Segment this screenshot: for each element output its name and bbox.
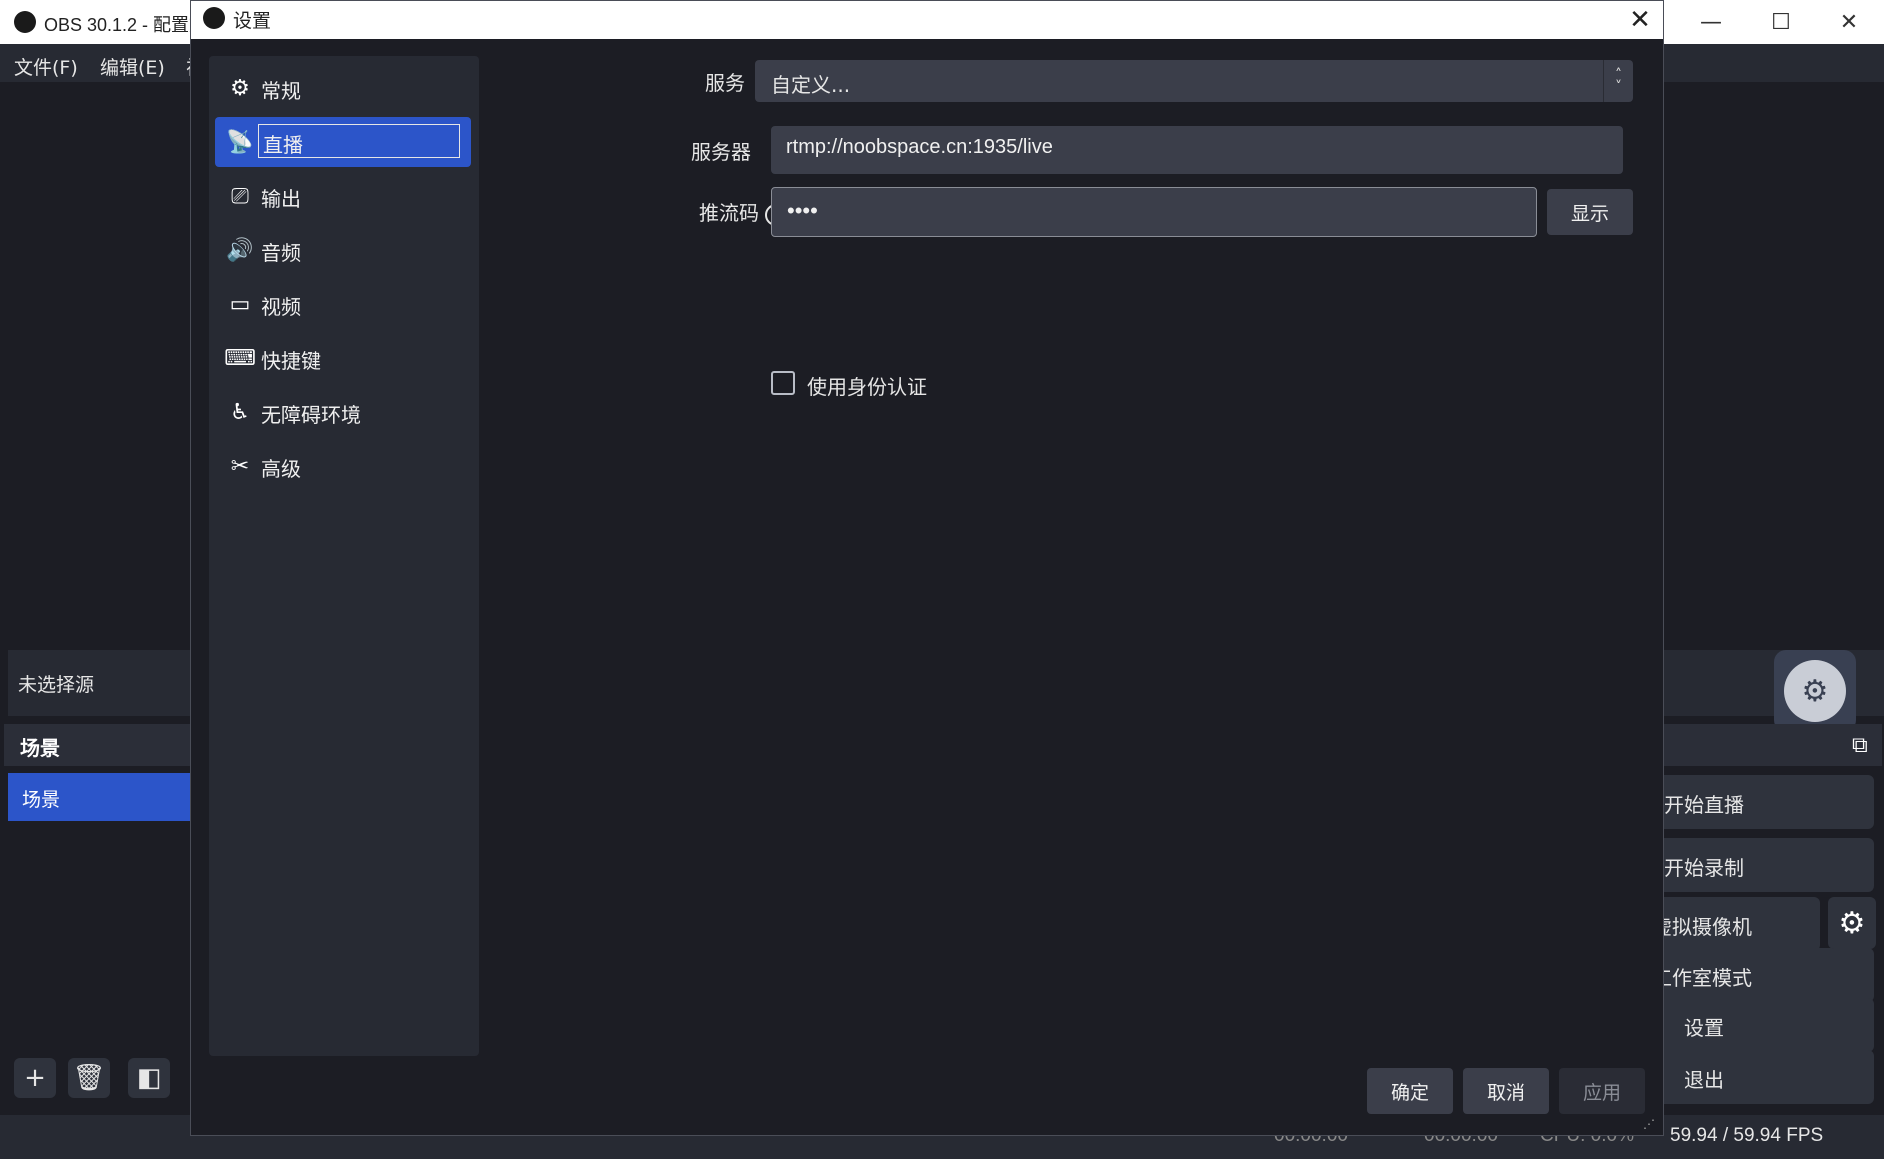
show-key-button[interactable]: 显示: [1547, 189, 1633, 235]
exit-button[interactable]: 退出: [1640, 1050, 1874, 1104]
filter-icon[interactable]: ◧: [128, 1058, 170, 1098]
stream-key-label: 推流码: [699, 201, 759, 225]
steam-icon: ⚙: [1784, 660, 1846, 722]
obs-logo-icon: [203, 7, 225, 29]
steam-overlay[interactable]: ⚙: [1774, 650, 1856, 732]
dialog-titlebar: 设置 ✕: [191, 1, 1663, 39]
menu-edit[interactable]: 编辑(E): [100, 53, 165, 80]
add-icon[interactable]: +: [14, 1058, 56, 1098]
maximize-button[interactable]: ☐: [1746, 0, 1816, 44]
fps-readout: 59.94 / 59.94 FPS: [1670, 1125, 1824, 1146]
stream-key-input[interactable]: ••••: [771, 187, 1537, 237]
accessibility-icon: ♿: [230, 399, 250, 425]
tools-icon: ✂: [230, 453, 250, 479]
nav-audio[interactable]: 🔊 音频: [215, 225, 471, 275]
keyboard-icon: ⌨: [224, 345, 256, 371]
start-stream-button[interactable]: 开始直播: [1640, 775, 1874, 829]
antenna-icon: 📡: [226, 129, 254, 155]
scene-item-label: 场景: [22, 789, 61, 811]
scene-toolbar: + 🗑 ◧: [0, 1050, 200, 1106]
close-icon[interactable]: ✕: [1617, 1, 1663, 39]
apply-button[interactable]: 应用: [1559, 1068, 1645, 1114]
settings-sidebar: ⚙ 常规 📡 直播 ⎚ 输出 🔊 音频 ▭ 视频 ⌨ 快捷键 ♿ 无障碍环境 ✂: [209, 56, 479, 1056]
stream-key-label-group: 推流码?: [667, 197, 787, 226]
obs-logo-icon: [14, 11, 36, 33]
menu-file[interactable]: 文件(F): [14, 53, 78, 80]
dialog-title: 设置: [233, 10, 272, 32]
gear-icon[interactable]: ⚙: [1828, 897, 1876, 949]
dock-undock-icon[interactable]: ⧉: [1852, 733, 1876, 758]
nav-hotkeys[interactable]: ⌨ 快捷键: [215, 333, 471, 383]
service-label: 服务: [705, 71, 745, 95]
scenes-header-label: 场景: [20, 736, 60, 760]
monitor-icon: ▭: [229, 291, 251, 317]
cancel-button[interactable]: 取消: [1463, 1068, 1549, 1114]
nav-advanced[interactable]: ✂ 高级: [215, 441, 471, 491]
server-input[interactable]: rtmp://noobspace.cn:1935/live: [771, 126, 1623, 174]
speaker-icon: 🔊: [226, 237, 254, 263]
settings-dialog: 设置 ✕ ⚙ 常规 📡 直播 ⎚ 输出 🔊 音频 ▭ 视频 ⌨ 快捷键 ♿ 无障…: [190, 0, 1664, 1136]
main-window-title: OBS 30.1.2 - 配置文: [44, 15, 208, 35]
service-select[interactable]: 自定义... ˄ ˅: [755, 60, 1633, 102]
use-auth-label: 使用身份认证: [807, 375, 927, 399]
nav-video[interactable]: ▭ 视频: [215, 279, 471, 329]
gear-icon: ⚙: [230, 75, 250, 101]
output-icon: ⎚: [231, 183, 249, 209]
nav-output[interactable]: ⎚ 输出: [215, 171, 471, 221]
no-source-label: 未选择源: [18, 674, 95, 696]
start-record-button[interactable]: 开始录制: [1640, 838, 1874, 892]
trash-icon[interactable]: 🗑: [68, 1058, 110, 1098]
nav-general[interactable]: ⚙ 常规: [215, 63, 471, 113]
ok-button[interactable]: 确定: [1367, 1068, 1453, 1114]
chevron-updown-icon: ˄ ˅: [1603, 60, 1633, 102]
nav-stream[interactable]: 📡 直播: [215, 117, 471, 167]
studio-mode-button[interactable]: 工作室模式: [1640, 948, 1874, 1002]
virtual-camera-button[interactable]: 虚拟摄像机: [1640, 897, 1820, 951]
settings-button[interactable]: 设置: [1640, 998, 1874, 1052]
scene-list-item[interactable]: 场景: [8, 773, 208, 821]
server-label: 服务器: [691, 140, 751, 164]
resize-grip-icon[interactable]: ⋰: [1643, 1117, 1655, 1131]
use-auth-checkbox[interactable]: [771, 371, 795, 395]
close-window-button[interactable]: ✕: [1814, 0, 1884, 44]
minimize-button[interactable]: —: [1676, 0, 1746, 44]
nav-accessibility[interactable]: ♿ 无障碍环境: [215, 387, 471, 437]
